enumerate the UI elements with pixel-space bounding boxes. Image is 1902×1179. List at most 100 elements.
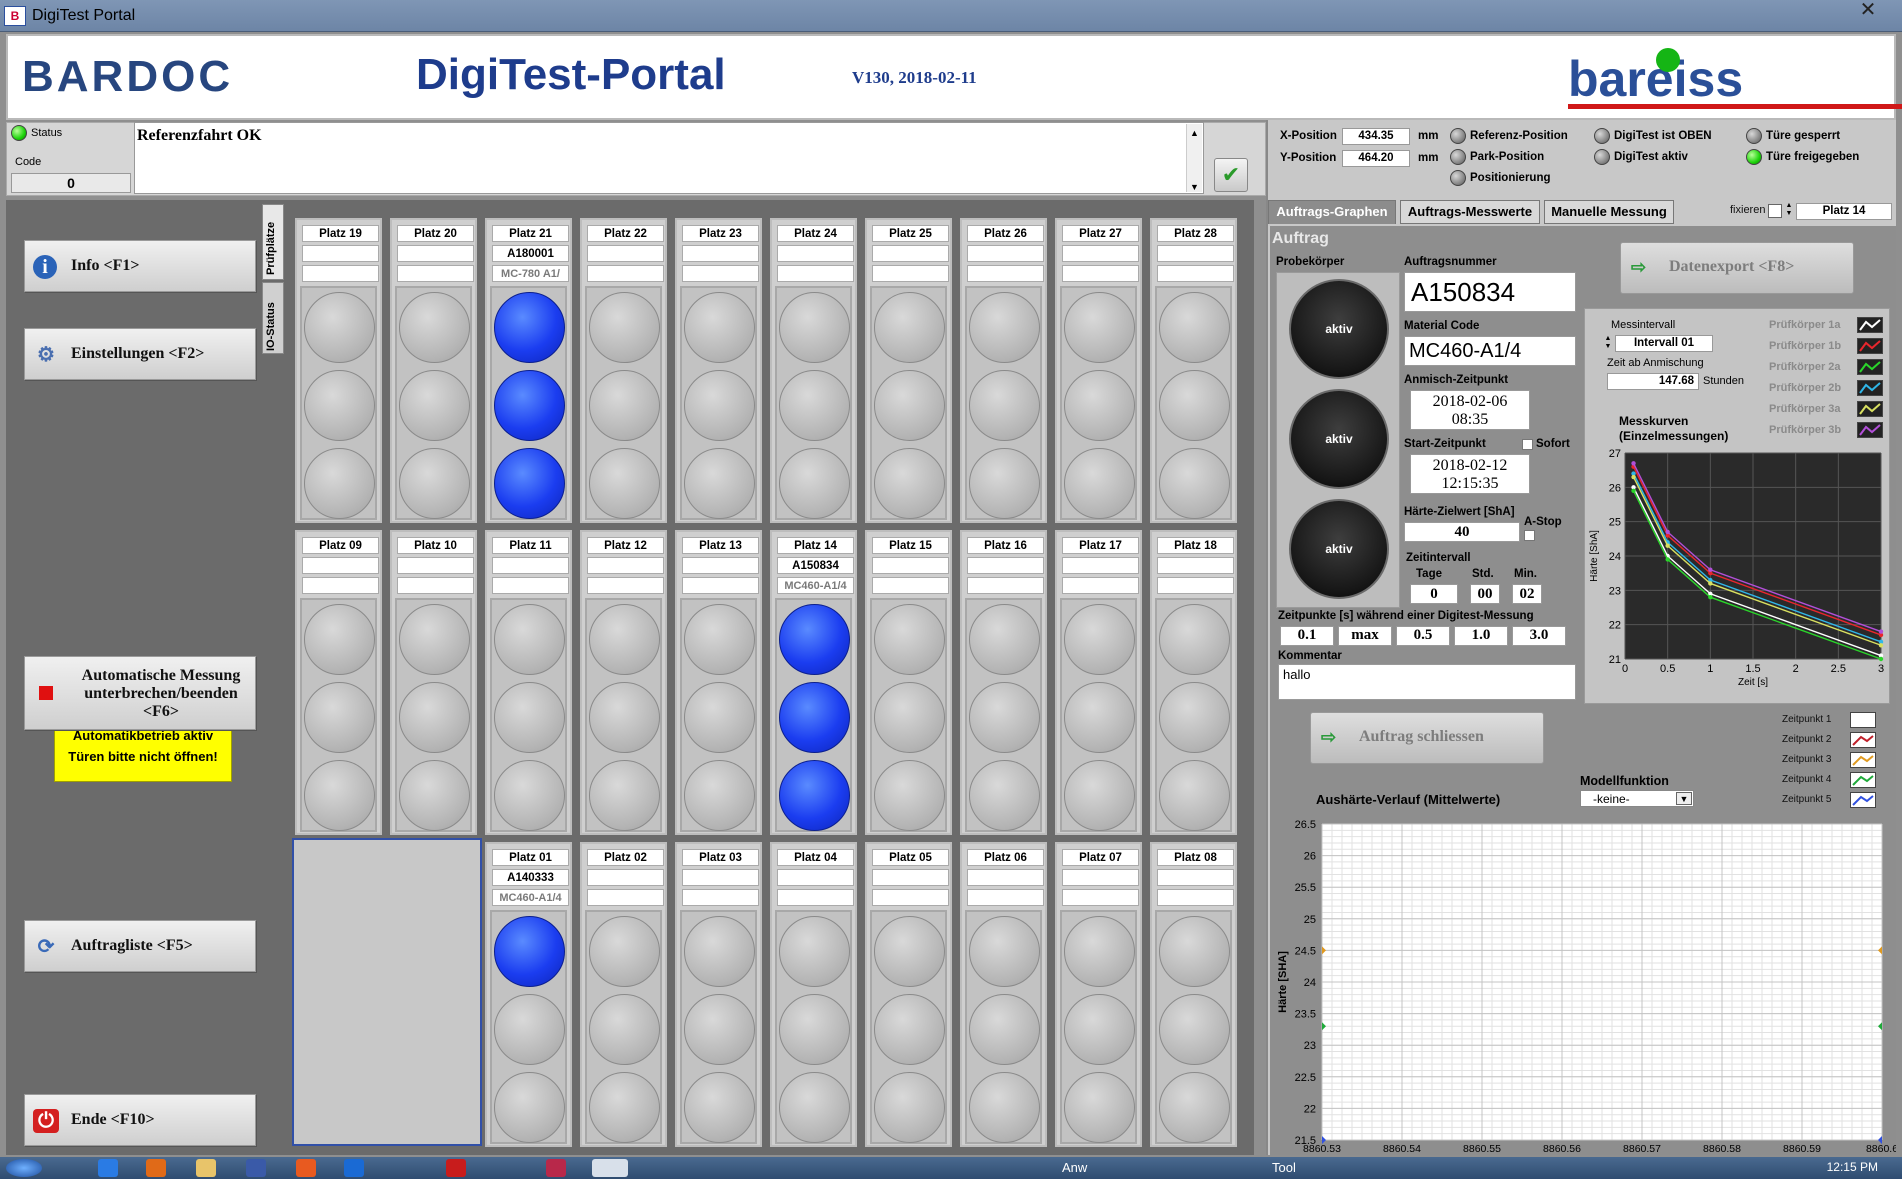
fix-spinner[interactable]: ▲ ▼: [1784, 202, 1794, 220]
target-hardness-value[interactable]: 40: [1404, 522, 1520, 542]
specimen-indicator[interactable]: [1159, 1072, 1230, 1143]
outlook-icon[interactable]: [344, 1159, 364, 1177]
comment-field[interactable]: hallo: [1278, 664, 1576, 700]
slot-platz-22[interactable]: Platz 22: [580, 218, 667, 523]
specimen-indicator[interactable]: [494, 448, 565, 519]
specimen-indicator[interactable]: [1159, 682, 1230, 753]
save-icon[interactable]: [246, 1159, 266, 1177]
specimen-indicator[interactable]: [969, 994, 1040, 1065]
ie-icon[interactable]: [98, 1159, 118, 1177]
specimen-indicator[interactable]: [969, 604, 1040, 675]
specimen-indicator[interactable]: [589, 916, 660, 987]
specimen-indicator[interactable]: [1064, 916, 1135, 987]
slot-platz-14[interactable]: Platz 14 A150834 MC460-A1/4: [770, 530, 857, 835]
specimen-indicator[interactable]: [684, 994, 755, 1065]
close-window-button[interactable]: ✕: [1846, 0, 1890, 22]
pdf-icon[interactable]: [446, 1159, 466, 1177]
order-list-button[interactable]: ⟳ Auftragliste <F5>: [24, 920, 256, 972]
sofort-checkbox[interactable]: [1522, 439, 1533, 450]
specimen-indicator[interactable]: [1159, 292, 1230, 363]
specimen-indicator[interactable]: [589, 370, 660, 441]
specimen-indicator[interactable]: [304, 448, 375, 519]
specimen-indicator[interactable]: [1064, 604, 1135, 675]
specimen-indicator[interactable]: [1159, 370, 1230, 441]
slot-platz-18[interactable]: Platz 18: [1150, 530, 1237, 835]
specimen-indicator[interactable]: [494, 760, 565, 831]
specimen-indicator[interactable]: [399, 370, 470, 441]
slot-platz-19[interactable]: Platz 19: [295, 218, 382, 523]
specimen-indicator[interactable]: [1159, 760, 1230, 831]
slot-platz-07[interactable]: Platz 07: [1055, 842, 1142, 1147]
specimen-indicator[interactable]: [589, 994, 660, 1065]
specimen-indicator[interactable]: [399, 292, 470, 363]
firefox-icon[interactable]: [146, 1159, 166, 1177]
slot-platz-20[interactable]: Platz 20: [390, 218, 477, 523]
slot-platz-13[interactable]: Platz 13: [675, 530, 762, 835]
specimen-indicator[interactable]: [1159, 604, 1230, 675]
specimen-indicator[interactable]: [1064, 1072, 1135, 1143]
specimen-indicator[interactable]: [494, 916, 565, 987]
slot-platz-02[interactable]: Platz 02: [580, 842, 667, 1147]
specimen-indicator[interactable]: [589, 760, 660, 831]
settings-button[interactable]: ⚙ Einstellungen <F2>: [24, 328, 256, 380]
specimen-indicator[interactable]: [779, 682, 850, 753]
specimen-indicator[interactable]: [1064, 994, 1135, 1065]
slot-platz-16[interactable]: Platz 16: [960, 530, 1047, 835]
specimen-indicator[interactable]: [494, 994, 565, 1065]
timepoint-legend-swatch[interactable]: [1850, 712, 1876, 728]
confirm-check-button[interactable]: ✔: [1214, 158, 1248, 192]
specimen-legend-swatch[interactable]: [1857, 317, 1883, 333]
specimen-indicator[interactable]: [1159, 448, 1230, 519]
app-icon-2[interactable]: [546, 1159, 566, 1177]
specimen-indicator[interactable]: [304, 292, 375, 363]
specimen-indicator[interactable]: [969, 448, 1040, 519]
timepoint-value[interactable]: 0.1: [1280, 626, 1334, 646]
taskbar-tool[interactable]: Tool: [1272, 1160, 1296, 1175]
interval-value[interactable]: Intervall 01: [1615, 335, 1713, 352]
specimen-indicator[interactable]: [494, 292, 565, 363]
specimen-indicator[interactable]: [684, 604, 755, 675]
specimen-indicator[interactable]: [1159, 916, 1230, 987]
specimen-indicator[interactable]: [494, 370, 565, 441]
specimen-indicator[interactable]: [399, 604, 470, 675]
specimen-indicator[interactable]: [969, 370, 1040, 441]
fix-checkbox[interactable]: [1768, 204, 1782, 218]
tab-auftrags-graphen[interactable]: Auftrags-Graphen: [1268, 200, 1396, 224]
specimen-indicator[interactable]: [874, 916, 945, 987]
specimen-indicator[interactable]: [589, 292, 660, 363]
specimen-indicator[interactable]: [779, 1072, 850, 1143]
specimen-indicator[interactable]: [304, 760, 375, 831]
info-button[interactable]: i Info <F1>: [24, 240, 256, 292]
tab-auftrags-messwerte[interactable]: Auftrags-Messwerte: [1400, 200, 1540, 224]
slot-platz-04[interactable]: Platz 04: [770, 842, 857, 1147]
specimen-indicator[interactable]: [304, 604, 375, 675]
specimen-indicator[interactable]: [779, 994, 850, 1065]
specimen-indicator[interactable]: [399, 448, 470, 519]
specimen-indicator[interactable]: [874, 760, 945, 831]
slot-platz-03[interactable]: Platz 03: [675, 842, 762, 1147]
astop-checkbox[interactable]: [1524, 530, 1535, 541]
specimen-indicator[interactable]: [684, 448, 755, 519]
specimen-indicator[interactable]: [399, 760, 470, 831]
timepoint-legend-swatch[interactable]: [1850, 732, 1876, 748]
hours-value[interactable]: 00: [1470, 584, 1500, 604]
specimen-indicator[interactable]: [494, 604, 565, 675]
specimen-indicator[interactable]: [969, 1072, 1040, 1143]
slot-platz-23[interactable]: Platz 23: [675, 218, 762, 523]
specimen-indicator[interactable]: [779, 448, 850, 519]
slot-platz-28[interactable]: Platz 28: [1150, 218, 1237, 523]
specimen-indicator[interactable]: [399, 682, 470, 753]
specimen-indicator[interactable]: [874, 292, 945, 363]
tab-io-status[interactable]: IO-Status: [262, 282, 284, 354]
specimen-indicator[interactable]: [779, 604, 850, 675]
specimen-indicator[interactable]: [684, 370, 755, 441]
specimen-indicator[interactable]: [304, 370, 375, 441]
specimen-knob-2[interactable]: aktiv: [1289, 389, 1389, 489]
specimen-indicator[interactable]: [874, 448, 945, 519]
slot-platz-05[interactable]: Platz 05: [865, 842, 952, 1147]
slot-platz-08[interactable]: Platz 08: [1150, 842, 1237, 1147]
specimen-indicator[interactable]: [684, 916, 755, 987]
timepoint-legend-swatch[interactable]: [1850, 752, 1876, 768]
digitest-taskbar-item[interactable]: [592, 1159, 628, 1177]
specimen-indicator[interactable]: [304, 682, 375, 753]
